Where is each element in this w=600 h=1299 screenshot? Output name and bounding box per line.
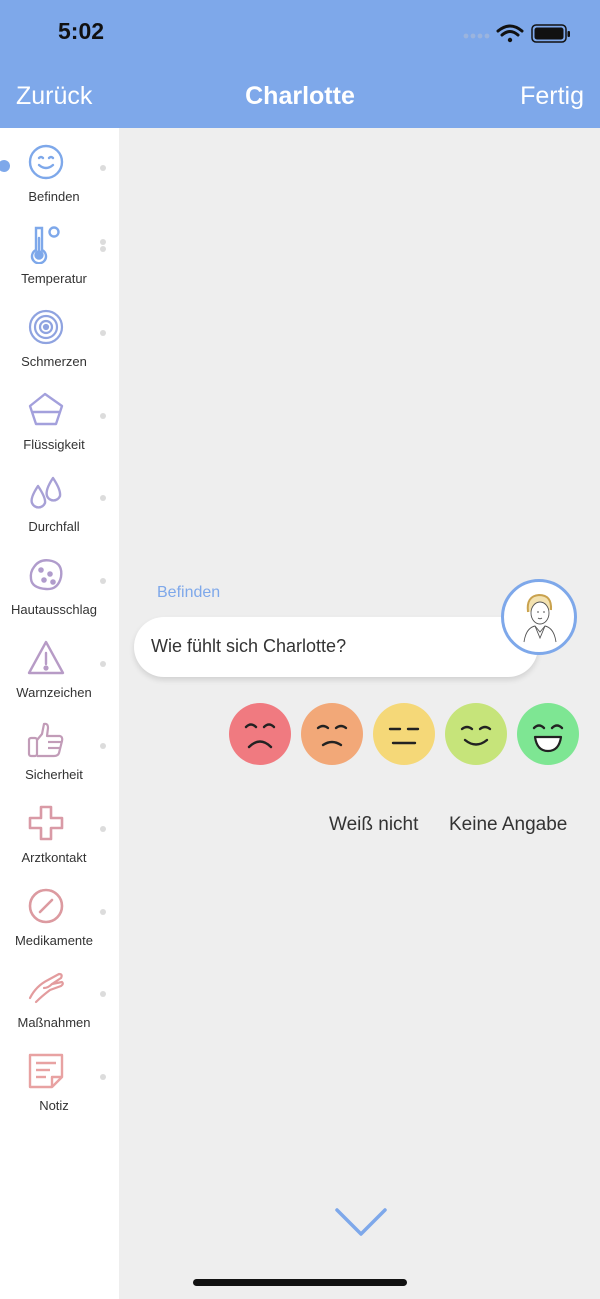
section-label: Befinden [157, 584, 221, 601]
drops-icon [30, 476, 62, 509]
status-dot [100, 826, 106, 832]
sidebar-item-label: Sicherheit [25, 767, 83, 782]
sidebar-item-label: Temperatur [21, 271, 87, 286]
sidebar-item-temperatur[interactable]: Temperatur [0, 218, 108, 300]
grin-face-icon [517, 703, 579, 765]
chevron-down-icon[interactable] [334, 1206, 388, 1240]
thermometer-icon [30, 226, 60, 264]
sidebar-item-label: Medikamente [14, 933, 94, 948]
sidebar-item-notiz[interactable]: Notiz [0, 1045, 108, 1127]
smile-icon [28, 144, 64, 180]
back-button[interactable]: Zurück [16, 82, 92, 111]
sidebar-item-schmerzen[interactable]: Schmerzen [0, 301, 108, 383]
pill-icon [28, 888, 64, 924]
wifi-icon [496, 24, 524, 43]
sidebar-item-label: Arztkontakt [21, 850, 87, 865]
question-text: Wie fühlt sich Charlotte? [151, 636, 347, 656]
sidebar-item-label: Schmerzen [21, 354, 87, 369]
avatar [501, 579, 577, 655]
status-dot [100, 239, 106, 245]
status-icons [463, 24, 570, 43]
status-time: 5:02 [58, 18, 105, 44]
neutral-face-icon [373, 703, 435, 765]
sidebar-item-arztkontakt[interactable]: Arztkontakt [0, 797, 108, 879]
mood-neutral-button[interactable] [373, 703, 435, 765]
cross-icon [28, 805, 64, 841]
sidebar-item-label: Befinden [28, 189, 80, 204]
sidebar-item-hautausschlag[interactable]: Hautausschlag [0, 549, 108, 631]
sidebar-item-fluessigkeit[interactable]: Flüssigkeit [0, 384, 108, 466]
mood-good-button[interactable] [445, 703, 507, 765]
glass-icon [28, 392, 64, 426]
no-answer-option[interactable]: Keine Angabe [449, 814, 567, 836]
status-dot [100, 743, 106, 749]
signal-icon [463, 33, 490, 39]
mood-very-bad-button[interactable] [229, 703, 291, 765]
status-dot [100, 330, 106, 336]
note-icon [28, 1053, 64, 1089]
status-dot [100, 495, 106, 501]
status-dot [100, 661, 106, 667]
done-button[interactable]: Fertig [520, 82, 584, 111]
sidebar-item-medikamente[interactable]: Medikamente [0, 880, 108, 962]
header: 5:02 Zurück Charlotte Fertig [0, 0, 600, 128]
status-dot [100, 246, 106, 252]
status-dot [100, 578, 106, 584]
sidebar-item-sicherheit[interactable]: Sicherheit [0, 714, 108, 796]
target-icon [28, 309, 64, 345]
home-indicator [193, 1279, 407, 1286]
avatar-illustration [523, 593, 557, 643]
mood-bad-button[interactable] [301, 703, 363, 765]
status-dot [100, 1074, 106, 1080]
sidebar: Befinden Temperatur Schmerzen Flüssigkei… [0, 128, 119, 1299]
sidebar-item-label: Maßnahmen [17, 1015, 91, 1030]
very-sad-face-icon [229, 703, 291, 765]
rash-icon [29, 559, 63, 591]
thumbs-up-icon [27, 722, 64, 758]
battery-icon [531, 24, 570, 43]
unknown-option[interactable]: Weiß nicht [329, 814, 418, 836]
sidebar-item-label: Warnzeichen [16, 685, 92, 700]
sidebar-item-massnahmen[interactable]: Maßnahmen [0, 962, 108, 1044]
question-bubble: Wie fühlt sich Charlotte? [134, 617, 538, 677]
smile-face-icon [445, 703, 507, 765]
sidebar-item-befinden[interactable]: Befinden [0, 136, 108, 218]
sidebar-item-durchfall[interactable]: Durchfall [0, 466, 108, 548]
hand-icon [28, 972, 64, 1004]
sad-face-icon [301, 703, 363, 765]
warning-icon [27, 640, 65, 675]
status-dot [100, 909, 106, 915]
sidebar-item-warnzeichen[interactable]: Warnzeichen [0, 632, 108, 714]
sidebar-item-label: Hautausschlag [11, 602, 97, 617]
sidebar-item-label: Notiz [39, 1098, 69, 1113]
status-dot [100, 413, 106, 419]
status-dot [100, 991, 106, 997]
sidebar-item-label: Flüssigkeit [23, 437, 85, 452]
sidebar-item-label: Durchfall [28, 519, 80, 534]
status-dot [100, 165, 106, 171]
mood-very-good-button[interactable] [517, 703, 579, 765]
